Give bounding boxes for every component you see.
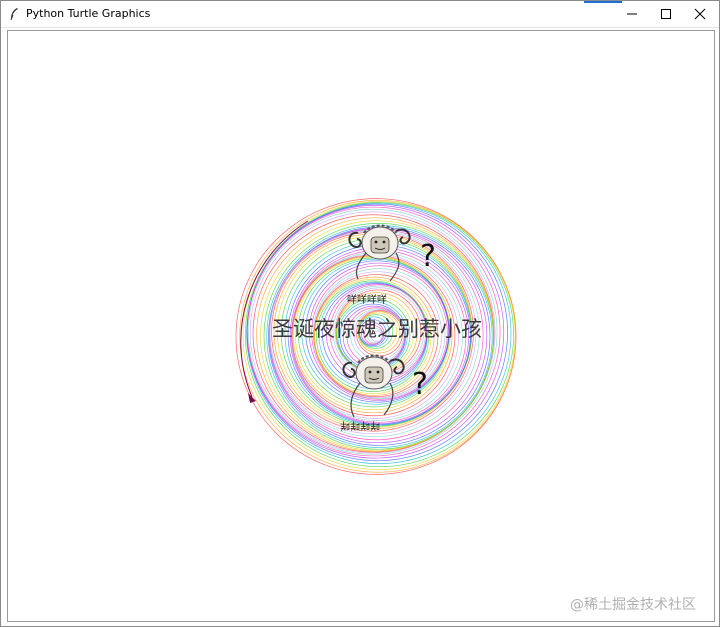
turtle-canvas-area[interactable]: ? 咩咩咩咩 圣诞夜惊魂之别惹小孩 ? 咩咩咩咩 @稀土掘金技术社区 — [7, 30, 715, 622]
minimize-button[interactable] — [615, 1, 649, 27]
minimize-icon — [627, 13, 637, 15]
canvas-title-text: 圣诞夜惊魂之别惹小孩 — [272, 317, 482, 341]
sheep-caption-top: 咩咩咩咩 — [347, 295, 387, 306]
close-icon — [694, 8, 706, 20]
close-button[interactable] — [683, 1, 717, 27]
title-bar[interactable]: Python Turtle Graphics — [1, 1, 719, 28]
question-mark-top: ? — [420, 239, 436, 274]
watermark-text: @稀土掘金技术社区 — [570, 597, 696, 613]
sheep-caption-bottom: 咩咩咩咩 — [340, 419, 380, 430]
feather-icon — [10, 8, 18, 21]
maximize-button[interactable] — [649, 1, 683, 27]
window-title: Python Turtle Graphics — [26, 7, 151, 20]
maximize-icon — [661, 9, 671, 19]
question-mark-bottom: ? — [412, 367, 428, 402]
turtle-window: Python Turtle Graphics ? 咩咩咩咩 圣诞夜惊魂之别惹小孩… — [0, 0, 720, 627]
